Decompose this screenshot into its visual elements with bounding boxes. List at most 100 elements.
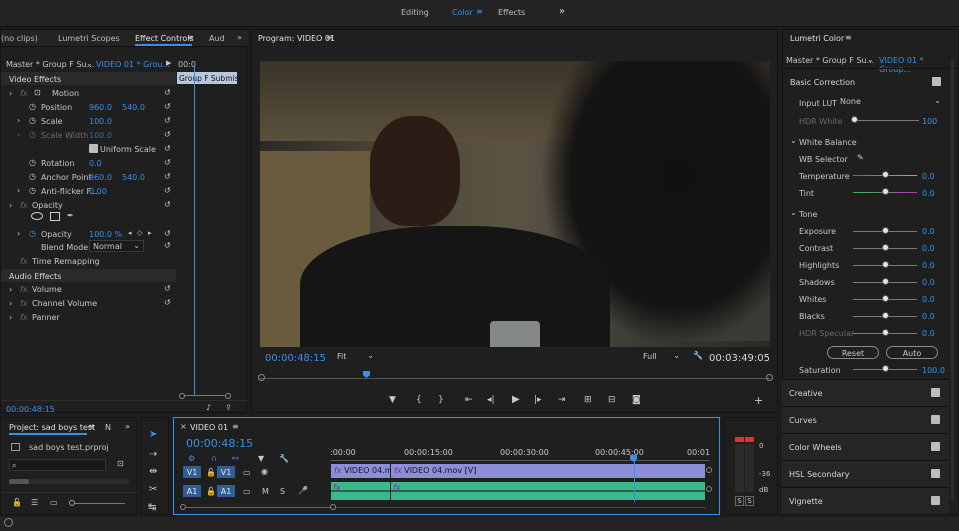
reset-icon[interactable]: ↺ xyxy=(164,102,171,111)
linked-selection-icon[interactable]: ⚯ xyxy=(232,454,239,463)
shadows-slider[interactable] xyxy=(853,278,917,286)
track-scroll-icon[interactable] xyxy=(706,486,712,492)
position-x-value[interactable]: 960.0 xyxy=(89,103,112,112)
program-video-frame[interactable] xyxy=(260,61,770,347)
play-only-icon[interactable]: ▶ xyxy=(166,59,171,67)
eye-icon[interactable]: ◉ xyxy=(261,467,268,476)
stopwatch-active-icon[interactable]: ◷ xyxy=(29,229,36,238)
highlights-slider[interactable] xyxy=(853,261,917,269)
zoom-slider[interactable] xyxy=(69,500,133,507)
solo-button[interactable]: S xyxy=(280,487,285,496)
project-scrollbar[interactable] xyxy=(9,479,129,484)
step-back-icon[interactable]: ◂| xyxy=(487,395,495,405)
expand-arrow-icon[interactable]: › xyxy=(17,116,20,125)
saturation-value[interactable]: 100.0 xyxy=(922,366,945,375)
exposure-slider[interactable] xyxy=(853,227,917,235)
play-icon[interactable]: ▶ xyxy=(512,394,520,405)
creative-checkbox[interactable] xyxy=(931,388,940,397)
panel-more-icon[interactable]: » xyxy=(237,33,242,42)
fx-icon[interactable]: fx xyxy=(20,201,28,210)
position-y-value[interactable]: 540.0 xyxy=(122,103,145,112)
fit-select[interactable]: Fit ⌄ xyxy=(334,351,376,363)
workspace-more-icon[interactable]: » xyxy=(559,6,565,17)
lift-icon[interactable]: ⊞ xyxy=(584,395,592,405)
temperature-slider[interactable] xyxy=(853,171,917,179)
solo-right-button[interactable]: S xyxy=(745,496,754,506)
reset-icon[interactable]: ↺ xyxy=(164,116,171,125)
mute-button[interactable]: M xyxy=(262,487,269,496)
track-lock-icon[interactable]: 🔓 xyxy=(206,487,216,496)
tone-value[interactable]: 0.0 xyxy=(922,329,935,338)
fx-icon[interactable]: fx xyxy=(20,89,28,98)
go-to-out-icon[interactable]: ⇥ xyxy=(558,395,566,405)
expand-arrow-icon[interactable]: › xyxy=(9,285,12,294)
timeline-zoom-scrollbar[interactable] xyxy=(180,504,710,510)
tone-value[interactable]: 0.0 xyxy=(922,227,935,236)
tint-slider[interactable] xyxy=(853,188,917,196)
program-playhead[interactable] xyxy=(363,371,370,378)
stopwatch-icon[interactable]: ◷ xyxy=(29,158,36,167)
reset-icon[interactable]: ↺ xyxy=(164,241,171,250)
quality-select[interactable]: Full ⌄ xyxy=(640,351,682,363)
expand-arrow-icon[interactable]: › xyxy=(9,201,12,210)
expand-arrow-icon[interactable]: › xyxy=(17,229,20,238)
workspace-editing[interactable]: Editing xyxy=(401,8,429,17)
track-lock-icon[interactable]: 🔓 xyxy=(206,468,216,477)
tab-lumetri-scopes[interactable]: Lumetri Scopes xyxy=(58,34,120,43)
stopwatch-icon[interactable]: ◷ xyxy=(29,186,36,195)
lumetri-clip-label[interactable]: VIDEO 01 * Group... xyxy=(879,56,958,74)
section-curves[interactable]: Curves xyxy=(782,406,949,433)
saturation-slider[interactable] xyxy=(853,365,917,373)
scale-width-value[interactable]: 100.0 xyxy=(89,131,112,140)
razor-tool-icon[interactable]: ✂ xyxy=(149,484,157,495)
timeline-ruler[interactable]: :00:00 00:00:15:00 00:00:30:00 00:00:45:… xyxy=(330,446,710,463)
hdr-white-slider[interactable] xyxy=(851,116,919,124)
sync-lock-icon[interactable]: ▭ xyxy=(243,468,251,477)
uniform-scale-checkbox[interactable] xyxy=(89,144,98,153)
tone-value[interactable]: 0.0 xyxy=(922,244,935,253)
export-frame-icon[interactable]: ◙ xyxy=(632,395,641,405)
keyframe-next-icon[interactable]: ▸ xyxy=(148,229,152,237)
go-to-in-icon[interactable]: ⇤ xyxy=(465,395,473,405)
tone-value[interactable]: 0.0 xyxy=(922,278,935,287)
tint-value[interactable]: 0.0 xyxy=(922,189,935,198)
input-lut-select[interactable]: None ⌄ xyxy=(837,96,943,108)
reset-icon[interactable]: ↺ xyxy=(164,298,171,307)
mark-in-icon[interactable]: { xyxy=(416,395,422,405)
color-wheels-checkbox[interactable] xyxy=(931,442,940,451)
anchor-x-value[interactable]: 960.0 xyxy=(89,173,112,182)
expand-arrow-icon[interactable]: › xyxy=(17,130,20,139)
panel-menu-icon[interactable]: ≡ xyxy=(326,33,333,42)
fx-icon[interactable]: fx xyxy=(20,313,28,322)
workspace-color[interactable]: Color xyxy=(452,8,473,17)
source-patch-a1[interactable]: A1 xyxy=(183,485,201,497)
workspace-effects[interactable]: Effects xyxy=(498,8,525,17)
lock-icon[interactable]: 🔓 xyxy=(12,498,22,507)
audio-clip-1[interactable]: fx xyxy=(331,482,390,500)
effect-controls-timecode[interactable]: 00:00:48:15 xyxy=(6,405,55,414)
project-search-input[interactable]: ⌕ xyxy=(9,459,106,471)
lumetri-scrollbar[interactable] xyxy=(951,60,954,500)
reset-icon[interactable]: ↺ xyxy=(164,284,171,293)
track-select-icon[interactable]: ⇢ xyxy=(149,449,157,460)
section-creative[interactable]: Creative xyxy=(782,379,949,406)
section-color-wheels[interactable]: Color Wheels xyxy=(782,433,949,460)
eyedropper-icon[interactable]: ✎ xyxy=(857,153,864,162)
add-marker-icon[interactable]: ▼ xyxy=(389,395,396,405)
fx-icon[interactable]: fx xyxy=(20,299,28,308)
auto-button[interactable]: Auto xyxy=(886,346,938,359)
settings-wrench-icon[interactable]: 🔧 xyxy=(693,351,703,360)
scale-value[interactable]: 100.0 xyxy=(89,117,112,126)
anti-flicker-value[interactable]: 0.00 xyxy=(89,187,107,196)
mini-timeline-scrollbar[interactable] xyxy=(179,393,239,399)
tab-menu-icon[interactable]: ≡ xyxy=(187,33,194,42)
ripple-edit-icon[interactable]: ⇹ xyxy=(149,466,157,477)
track-target-v1[interactable]: V1 xyxy=(217,466,235,478)
solo-left-button[interactable]: S xyxy=(735,496,744,506)
tone-value[interactable]: 0.0 xyxy=(922,261,935,270)
reset-icon[interactable]: ↺ xyxy=(164,172,171,181)
mini-playhead[interactable] xyxy=(194,66,195,396)
timeline-playhead-line[interactable] xyxy=(634,458,635,502)
add-marker-icon[interactable]: ▼ xyxy=(258,454,264,463)
mark-out-icon[interactable]: } xyxy=(438,395,444,405)
